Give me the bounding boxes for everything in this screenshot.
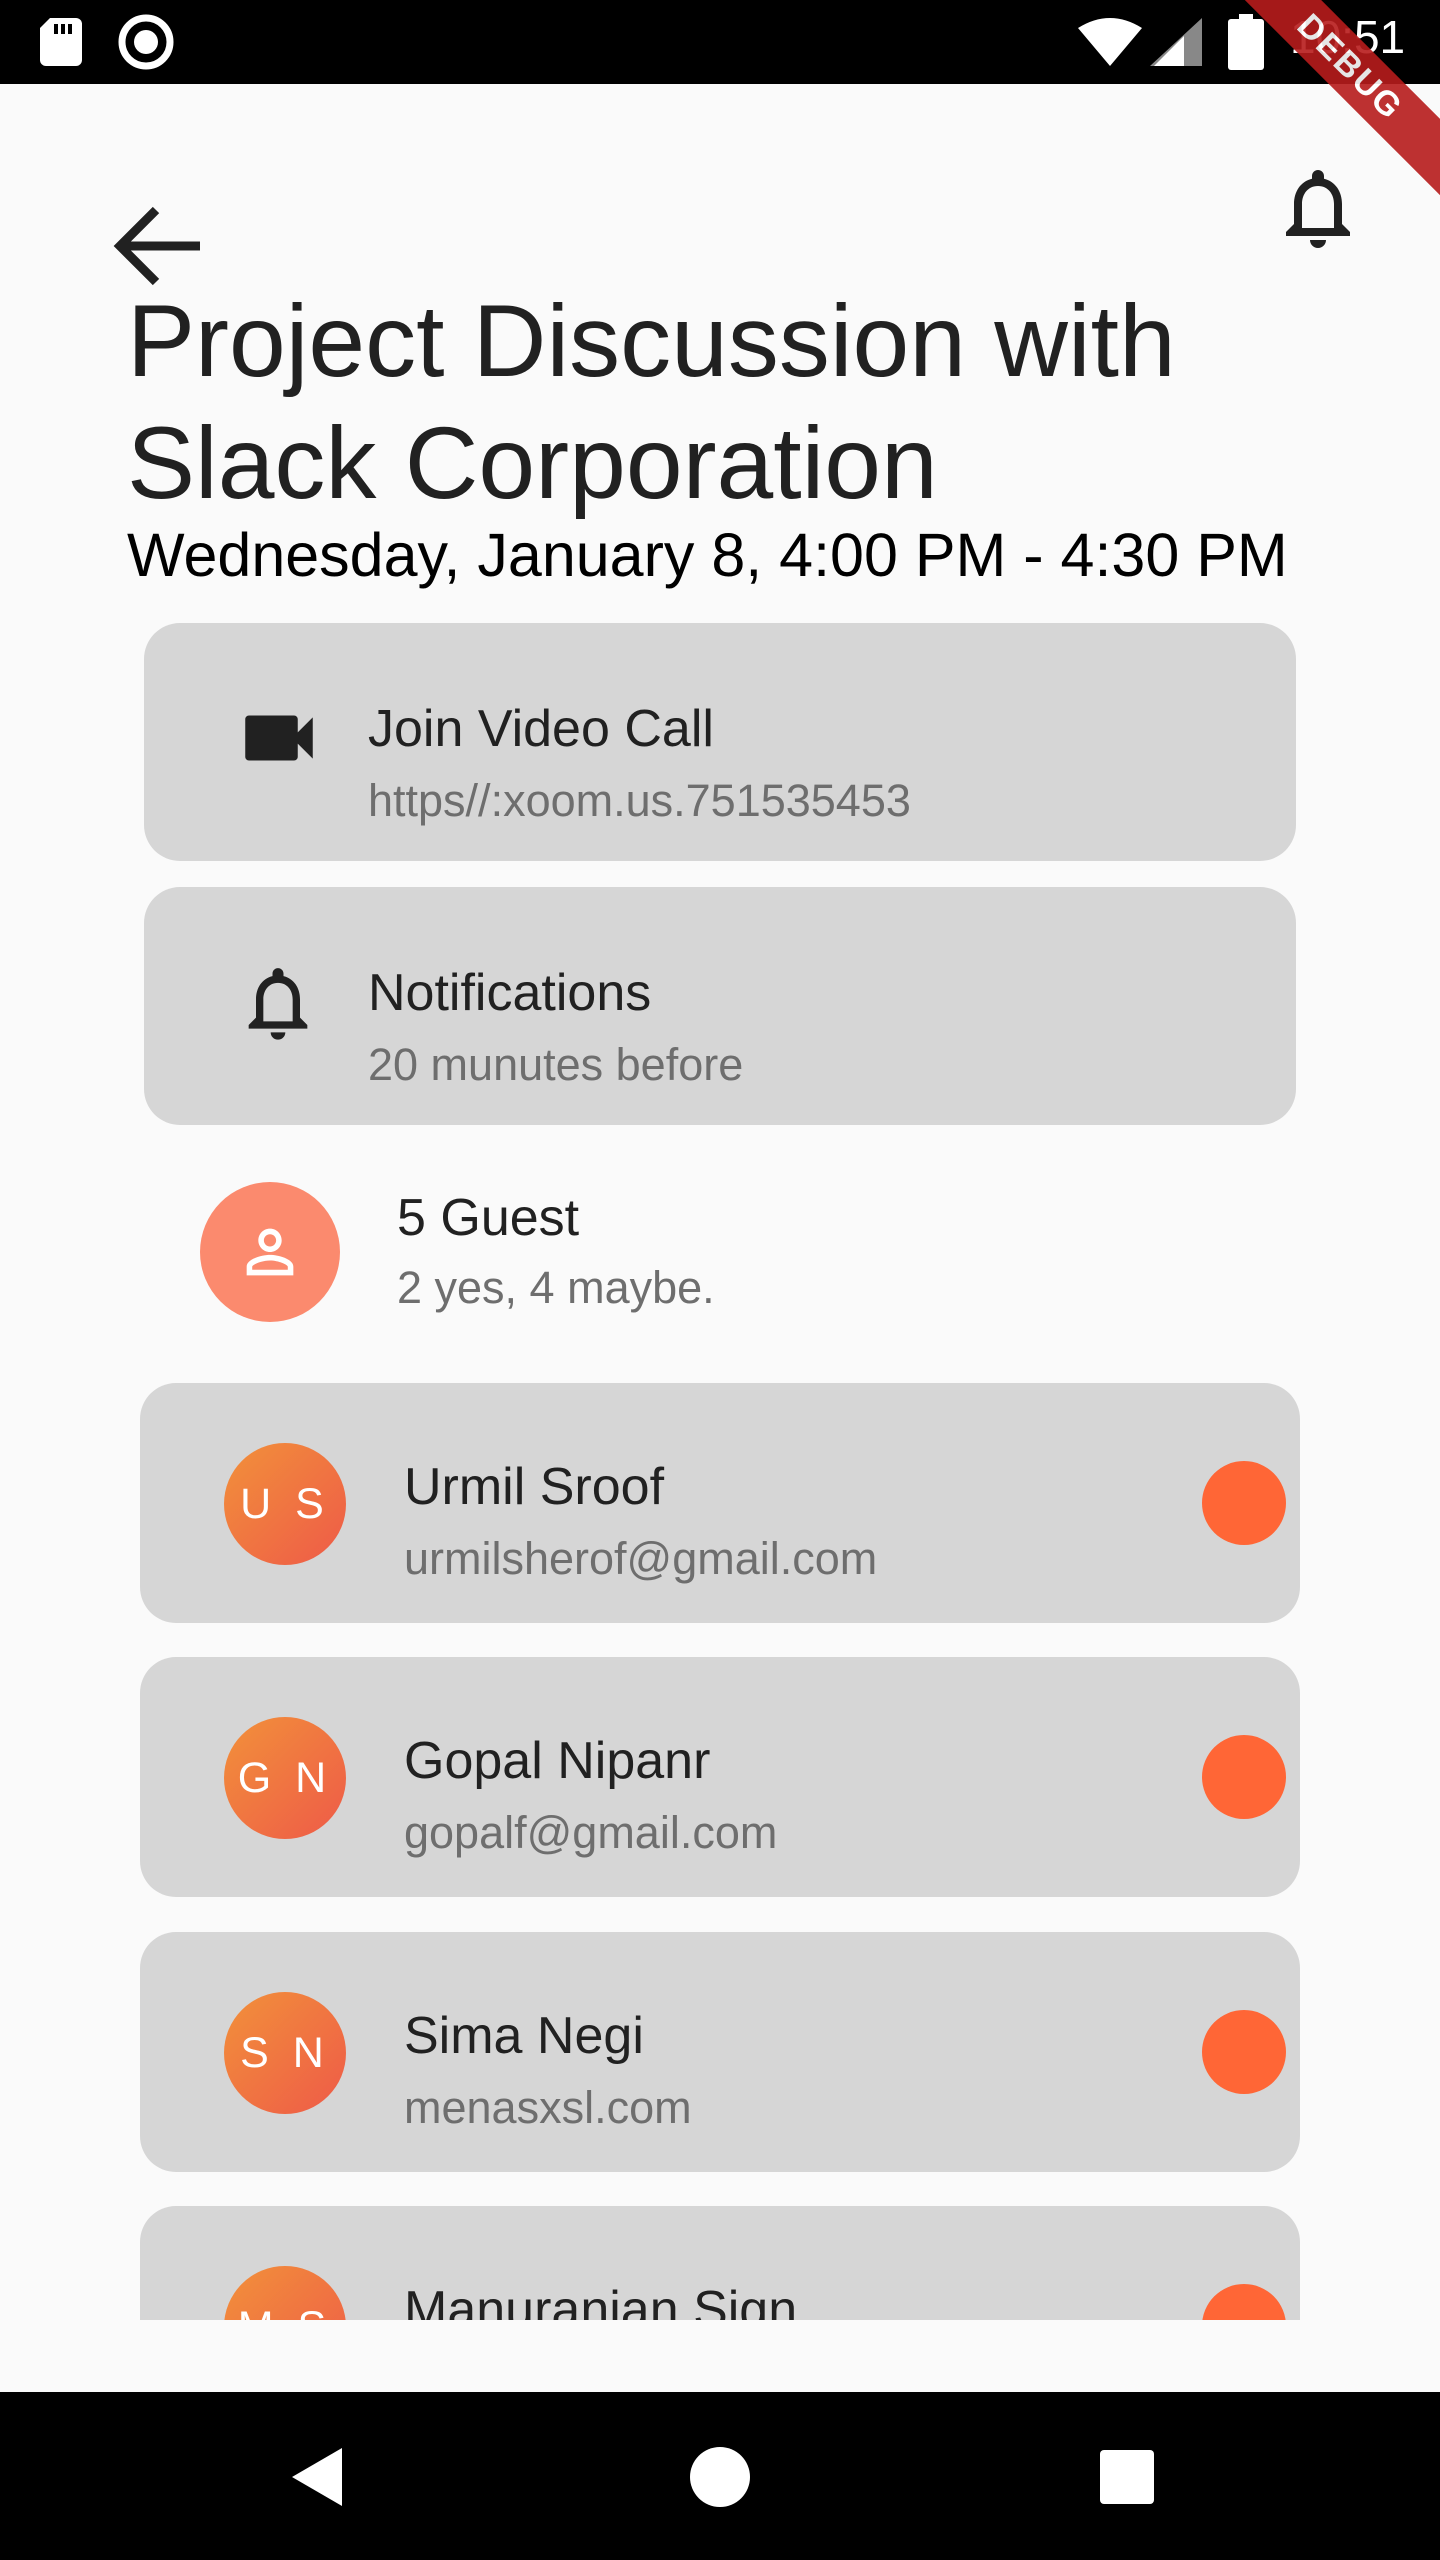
event-date-range: Wednesday, January 8, 4:00 PM - 4:30 PM [127, 521, 1288, 589]
notifications-detail: 20 munutes before [368, 1039, 744, 1090]
arrow-back-icon [113, 206, 200, 286]
guest-name: Gopal Nipanr [404, 1732, 711, 1790]
guest-list[interactable]: U S Urmil Sroof urmilsherof@gmail.com G … [0, 1380, 1440, 2320]
record-icon [118, 14, 174, 75]
guest-avatar: S N [224, 1992, 346, 2114]
bell-icon [1286, 170, 1350, 248]
guest-email: gopalf@gmail.com [404, 1807, 778, 1858]
videocam-icon [234, 693, 324, 788]
status-bar: 10:51 [0, 0, 1440, 84]
person-icon [246, 1228, 294, 1276]
notifications-card[interactable]: Notifications 20 munutes before [144, 887, 1296, 1125]
join-video-call-label: Join Video Call [368, 700, 714, 758]
notifications-label: Notifications [368, 964, 652, 1022]
video-call-link[interactable]: https//:xoom.us.751535453 [368, 775, 911, 827]
guests-count: 5 Guest [397, 1189, 580, 1247]
nav-recents-icon[interactable] [1092, 2442, 1162, 2512]
wifi-icon [1078, 18, 1142, 71]
status-dot [1202, 2284, 1286, 2320]
guests-summary: 2 yes, 4 maybe. [397, 1262, 715, 1313]
guest-avatar: M S [224, 2266, 346, 2320]
guest-name: Manuranjan Sign [404, 2281, 798, 2320]
battery-icon [1228, 14, 1264, 75]
join-video-call-card[interactable]: Join Video Call https//:xoom.us.75153545… [144, 623, 1296, 861]
guest-name: Urmil Sroof [404, 1458, 665, 1516]
system-nav-bar [0, 2392, 1440, 2560]
sd-card-icon [40, 18, 82, 71]
guest-avatar: U S [224, 1443, 346, 1565]
back-button[interactable] [112, 200, 204, 292]
guest-email: urmilsherof@gmail.com [404, 1533, 878, 1584]
guest-card[interactable]: M S Manuranjan Sign [140, 2206, 1300, 2320]
status-dot [1202, 1461, 1286, 1545]
guest-card[interactable]: S N Sima Negi menasxsl.com [140, 1932, 1300, 2172]
status-dot [1202, 2010, 1286, 2094]
guest-name: Sima Negi [404, 2007, 644, 2065]
bell-icon [234, 959, 322, 1052]
guest-email: menasxsl.com [404, 2082, 692, 2133]
nav-back-icon[interactable] [282, 2442, 352, 2512]
guest-card[interactable]: G N Gopal Nipanr gopalf@gmail.com [140, 1657, 1300, 1897]
nav-home-icon[interactable] [685, 2442, 755, 2512]
notification-bell-button[interactable] [1270, 160, 1366, 256]
guest-avatar: G N [224, 1717, 346, 1839]
guests-avatar [200, 1182, 340, 1322]
event-title: Project Discussion with Slack Corporatio… [127, 284, 1176, 520]
signal-icon [1150, 18, 1202, 71]
status-dot [1202, 1735, 1286, 1819]
guest-card[interactable]: U S Urmil Sroof urmilsherof@gmail.com [140, 1383, 1300, 1623]
